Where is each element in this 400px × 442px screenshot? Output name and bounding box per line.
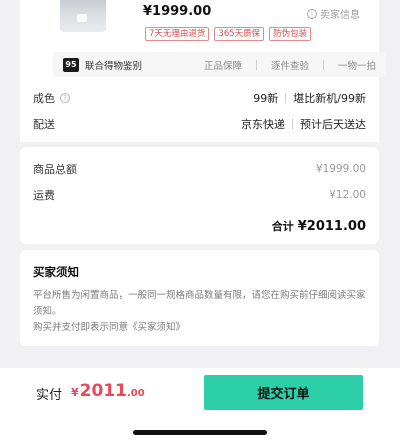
condition-grade: 99新 [253, 92, 279, 105]
auth-name: 联合得物鉴别 [85, 60, 143, 72]
total-label: 合计 [271, 220, 294, 233]
price-summary-card: 商品总额 ¥1999.00 运费 ¥12.00 合计 ¥2011.00 [20, 147, 379, 244]
goods-total-value: ¥1999.00 [315, 163, 366, 175]
checkout-bar: 实付 ¥ 2011 .00 提交订单 [0, 368, 400, 442]
divider [255, 59, 257, 70]
condition-desc: 堪比新机/99新 [293, 92, 366, 105]
goods-total-row: 商品总额 ¥1999.00 [33, 161, 366, 177]
attribute-value: 99新 堪比新机/99新 [253, 90, 366, 106]
shipping-value: ¥12.00 [329, 189, 366, 201]
total-row: 合计 ¥2011.00 [272, 218, 366, 234]
notice-agreement-link[interactable]: 购买并支付即表示同意《买家须知》 [33, 320, 368, 336]
help-icon[interactable]: ? [60, 93, 70, 103]
pay-amount-integer: 2011 [79, 381, 127, 401]
product-card: ¥1999.00 i 卖家信息 7天无理由退货 365天质保 防伪包装 95 联… [20, 0, 386, 82]
seller-info-label: 卖家信息 [320, 10, 360, 21]
submit-order-button[interactable]: 提交订单 [204, 375, 363, 410]
pay-amount-decimal: .00 [126, 388, 145, 399]
divider [322, 59, 324, 70]
shipping-row: 运费 ¥12.00 [33, 187, 366, 203]
product-price: ¥1999.00 [143, 4, 212, 19]
divider [285, 93, 287, 103]
shipping-label: 运费 [33, 189, 55, 202]
tag-warranty: 365天质保 [214, 27, 265, 41]
pay-amount: ¥ 2011 .00 [71, 381, 145, 401]
delivery-label: 配送 [33, 118, 55, 131]
attributes-card: 成色 ? 99新 堪比新机/99新 配送 京东快递 预计后天送达 [20, 82, 379, 142]
authentication-bar[interactable]: 95 联合得物鉴别 正品保障 逐件查验 一物一拍 [53, 52, 386, 77]
attribute-row-delivery: 配送 京东快递 预计后天送达 [33, 115, 366, 133]
auth-items: 正品保障 逐件查验 一物一拍 [204, 58, 376, 72]
courier-name: 京东快递 [241, 118, 285, 131]
notice-body: 平台所售为闲置商品，一般同一规格商品数量有限，请您在购买前仔细阅读买家须知。 购… [33, 288, 368, 336]
attribute-row-condition: 成色 ? 99新 堪比新机/99新 [33, 89, 366, 107]
condition-label: 成色 [33, 92, 55, 105]
attribute-value: 京东快递 预计后天送达 [241, 116, 366, 132]
tag-return: 7天无理由退货 [145, 27, 210, 41]
attribute-label: 配送 [33, 116, 55, 132]
pay-currency: ¥ [71, 386, 79, 399]
auth-item-genuine: 正品保障 [203, 60, 242, 72]
info-icon: i [307, 8, 317, 19]
goods-total-label: 商品总额 [33, 163, 77, 176]
order-confirm-page: ¥1999.00 i 卖家信息 7天无理由退货 365天质保 防伪包装 95 联… [0, 0, 400, 442]
notice-text: 平台所售为闲置商品，一般同一规格商品数量有限，请您在购买前仔细阅读买家须知。 [33, 290, 366, 317]
auth-item-photo: 一物一拍 [337, 60, 376, 72]
auth-item-inspection: 逐件查验 [270, 60, 309, 72]
attribute-label: 成色 ? [33, 90, 70, 106]
service-tags: 7天无理由退货 365天质保 防伪包装 [145, 27, 312, 41]
seller-info-link[interactable]: i 卖家信息 [307, 6, 360, 21]
home-indicator[interactable] [133, 430, 267, 435]
pay-label: 实付 [36, 388, 63, 403]
product-image-detail [77, 14, 87, 22]
auth-logo-icon: 95 [63, 57, 79, 72]
buyer-notice-card: 买家须知 平台所售为闲置商品，一般同一规格商品数量有限，请您在购买前仔细阅读买家… [20, 250, 379, 346]
tag-anti-counterfeit: 防伪包装 [269, 27, 312, 41]
total-value: ¥2011.00 [297, 219, 366, 234]
notice-title: 买家须知 [33, 265, 79, 279]
delivery-eta: 预计后天送达 [300, 118, 366, 131]
product-image[interactable] [60, 0, 106, 32]
divider [292, 119, 293, 129]
